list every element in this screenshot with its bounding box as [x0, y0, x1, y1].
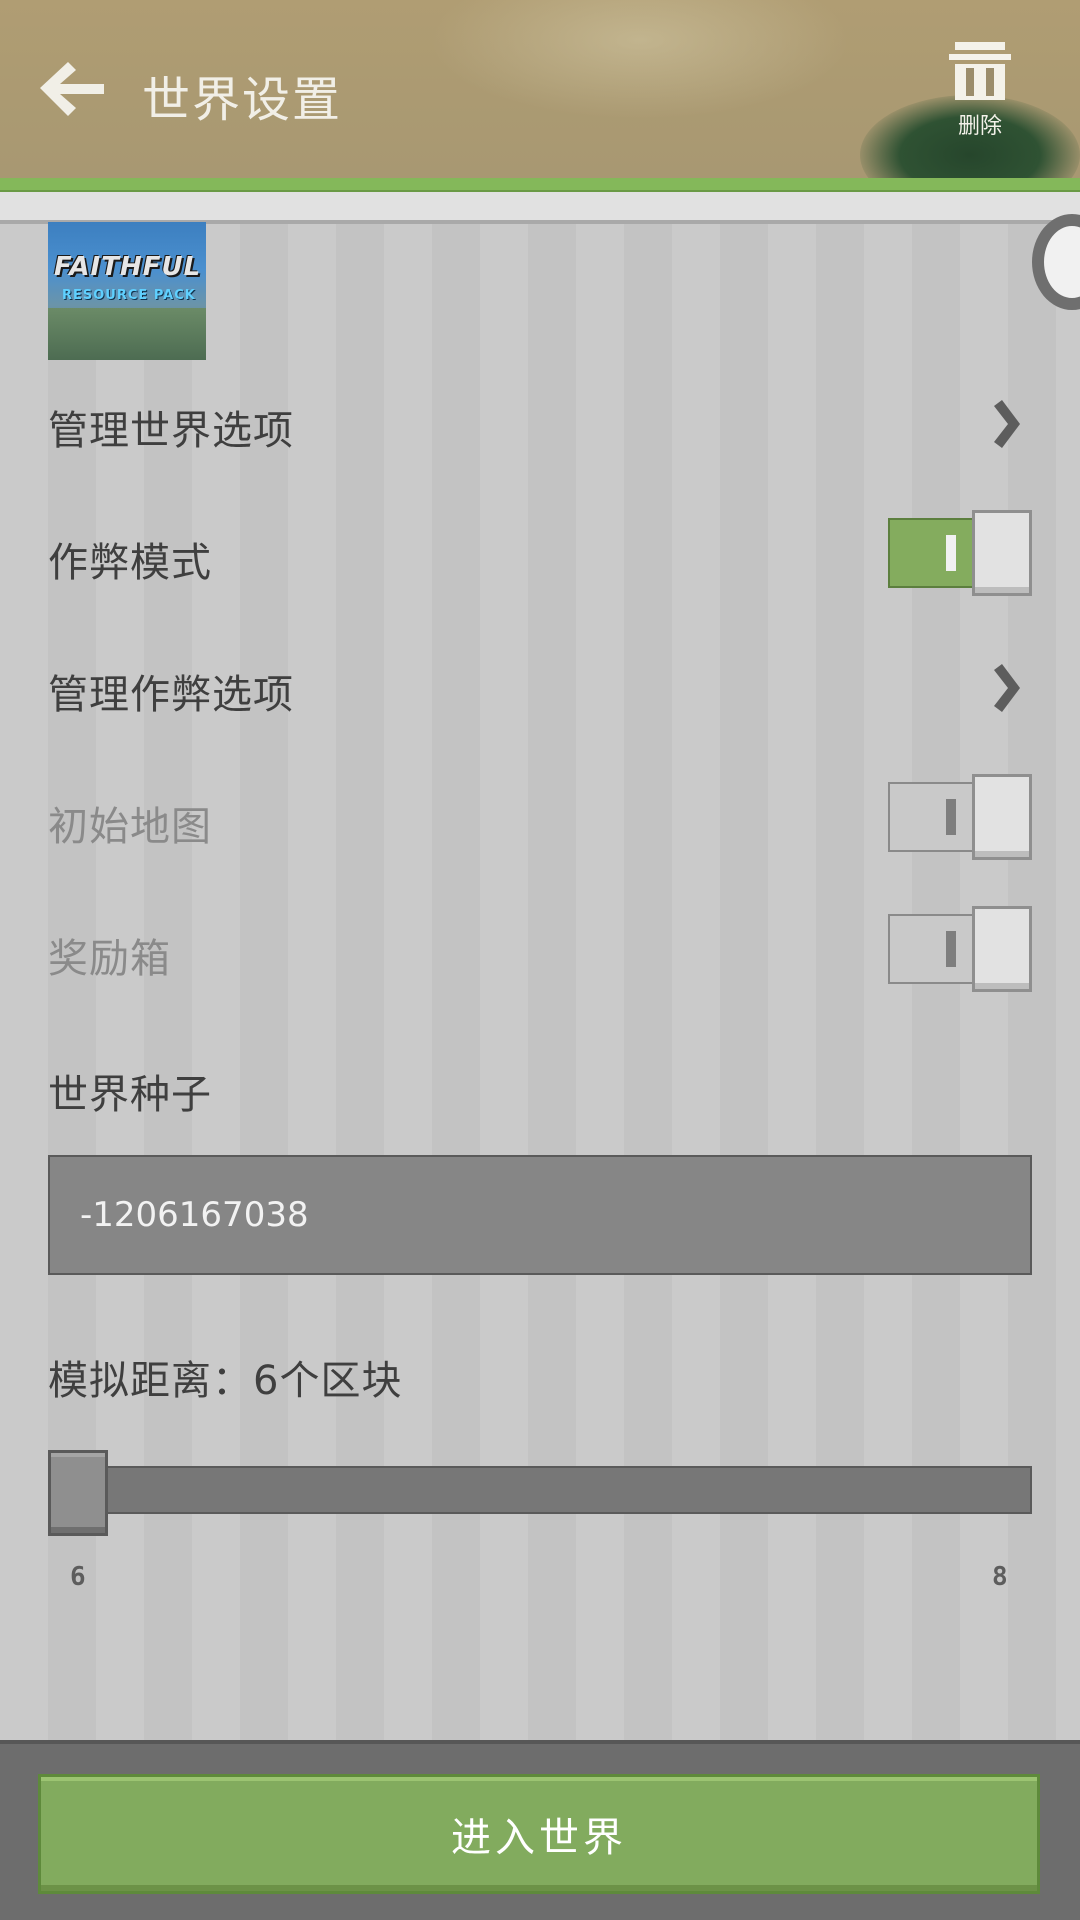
header-accent-stripe: [0, 178, 1080, 192]
manage-cheat-options-row[interactable]: 管理作弊选项: [48, 662, 294, 720]
page-title: 世界设置: [142, 72, 343, 128]
toggle-off-indicator: [946, 931, 956, 967]
delete-label: 删除: [957, 114, 1002, 139]
footer-bar: 进入世界: [0, 1740, 1080, 1920]
chevron-right-icon[interactable]: [988, 400, 1024, 448]
thumbnail-ground: [48, 308, 206, 360]
world-seed-input[interactable]: -1206167038: [48, 1155, 1032, 1275]
back-button[interactable]: [36, 58, 108, 118]
world-thumbnail: FAITHFUL RESOURCE PACK: [48, 222, 206, 360]
header-background-highlight: [430, 0, 850, 120]
toggle-knob: [972, 906, 1032, 992]
toggle-on-indicator: [946, 535, 956, 571]
thumbnail-logo-sub: RESOURCE PACK: [62, 288, 196, 303]
toggle-knob: [972, 510, 1032, 596]
app-header: 世界设置 删除: [0, 0, 1080, 180]
delete-button[interactable]: 删除: [940, 42, 1020, 142]
arrow-left-icon: [40, 62, 104, 116]
slider-max-label: 8: [992, 1562, 1008, 1592]
thumbnail-logo: FAITHFUL: [54, 252, 202, 282]
slider-handle[interactable]: [48, 1450, 108, 1536]
chevron-right-icon[interactable]: [988, 664, 1024, 712]
manage-world-options-row[interactable]: 管理世界选项: [48, 398, 294, 456]
cheats-mode-toggle[interactable]: [888, 510, 1032, 596]
world-seed-label: 世界种子: [48, 1072, 212, 1118]
slider-min-label: 6: [70, 1562, 86, 1592]
cheats-mode-label: 作弊模式: [48, 540, 212, 586]
enter-world-button[interactable]: 进入世界: [38, 1774, 1040, 1894]
bonus-chest-label: 奖励箱: [48, 936, 171, 982]
toggle-knob: [972, 774, 1032, 860]
simulation-distance-label: 模拟距离：6个区块: [48, 1358, 403, 1404]
starting-map-toggle[interactable]: [888, 774, 1032, 860]
bonus-chest-toggle[interactable]: [888, 906, 1032, 992]
simulation-distance-slider[interactable]: [48, 1466, 1032, 1514]
toggle-off-indicator: [946, 799, 956, 835]
starting-map-label: 初始地图: [48, 804, 212, 850]
header-divider: [0, 192, 1080, 224]
trash-icon: [949, 42, 1011, 100]
